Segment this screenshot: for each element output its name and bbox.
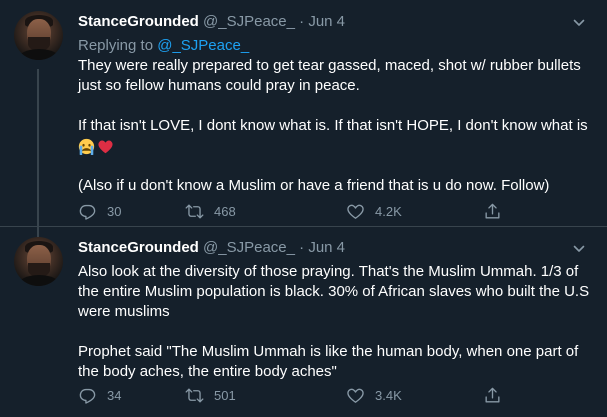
tweet-2[interactable]: StanceGrounded @_SJPeace_ · Jun 4 Also l… <box>0 226 607 417</box>
author-name[interactable]: StanceGrounded <box>78 13 199 30</box>
chevron-down-icon[interactable] <box>573 243 585 255</box>
separator-dot: · <box>299 13 305 30</box>
like-button[interactable]: 4.2K <box>346 200 402 222</box>
tweet-actions: 30 468 4.2K <box>78 200 528 222</box>
tweet-date[interactable]: Jun 4 <box>308 13 345 30</box>
tweet-paragraph: They were really prepared to get tear ga… <box>78 57 581 94</box>
replying-prefix: Replying to <box>78 37 154 54</box>
thread-line <box>37 69 39 237</box>
reply-icon <box>79 388 96 404</box>
heart-icon <box>347 204 364 219</box>
separator-dot: · <box>299 239 305 256</box>
author-handle[interactable]: @_SJPeace_ <box>203 13 295 30</box>
chevron-down-icon[interactable] <box>573 17 585 29</box>
replying-to-link[interactable]: @_SJPeace_ <box>157 37 249 54</box>
red-heart-emoji <box>98 140 113 154</box>
share-button[interactable] <box>483 384 512 406</box>
tweet-actions: 34 501 3.4K <box>78 384 528 406</box>
tweet-date[interactable]: Jun 4 <box>308 239 345 256</box>
avatar[interactable] <box>14 237 63 286</box>
reply-count: 34 <box>107 387 122 403</box>
tweet-text: Also look at the diversity of those pray… <box>78 262 593 382</box>
replying-to: Replying to @_SJPeace_ <box>78 36 249 56</box>
tweet-paragraph: Prophet said "The Muslim Ummah is like t… <box>78 343 579 380</box>
author-name[interactable]: StanceGrounded <box>78 239 199 256</box>
heart-icon <box>347 388 364 403</box>
tweet-1[interactable]: StanceGrounded @_SJPeace_ · Jun 4 Replyi… <box>0 0 607 237</box>
retweet-icon <box>185 203 204 219</box>
share-icon <box>485 387 500 403</box>
retweet-button[interactable]: 468 <box>185 200 236 222</box>
like-count: 3.4K <box>375 387 402 403</box>
tweet-text: They were really prepared to get tear ga… <box>78 56 593 196</box>
crying-face-emoji <box>78 138 95 156</box>
avatar[interactable] <box>14 11 63 60</box>
tweet-paragraph: If that isn't LOVE, I dont know what is.… <box>78 116 593 156</box>
like-button[interactable]: 3.4K <box>346 384 402 406</box>
tweet-paragraph-text: If that isn't LOVE, I dont know what is.… <box>78 117 588 134</box>
share-icon <box>485 203 500 219</box>
reply-button[interactable]: 34 <box>78 384 121 406</box>
reply-button[interactable]: 30 <box>78 200 121 222</box>
retweet-button[interactable]: 501 <box>185 384 236 406</box>
tweet-paragraph: Also look at the diversity of those pray… <box>78 263 590 320</box>
tweet-paragraph: (Also if u don't know a Muslim or have a… <box>78 177 550 194</box>
reply-icon <box>79 204 96 220</box>
retweet-count: 468 <box>214 203 236 219</box>
retweet-icon <box>185 387 204 403</box>
tweet-header: StanceGrounded @_SJPeace_ · Jun 4 <box>78 238 577 258</box>
share-button[interactable] <box>483 200 512 222</box>
like-count: 4.2K <box>375 203 402 219</box>
reply-count: 30 <box>107 203 122 219</box>
emoji-group <box>78 138 114 156</box>
retweet-count: 501 <box>214 387 236 403</box>
author-handle[interactable]: @_SJPeace_ <box>203 239 295 256</box>
tweet-header: StanceGrounded @_SJPeace_ · Jun 4 <box>78 12 577 32</box>
